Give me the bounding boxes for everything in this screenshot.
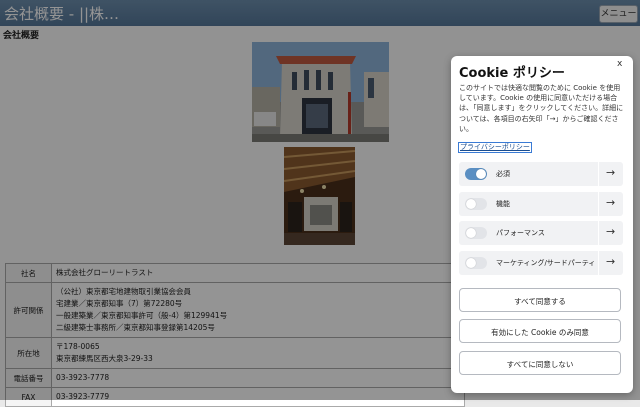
category-label: マーケティング/サードパーティ <box>496 259 596 267</box>
marketing-toggle[interactable] <box>465 257 487 269</box>
cookie-category-functional: 機能 → <box>459 192 623 216</box>
cookie-category-marketing: マーケティング/サードパーティ → <box>459 251 623 275</box>
privacy-policy-link[interactable]: プライバシーポリシー <box>458 142 532 153</box>
cookie-description: このサイトでは快適な閲覧のために Cookie を使用しています。Cookie … <box>459 84 624 133</box>
necessary-toggle[interactable] <box>465 168 487 180</box>
divider <box>598 251 599 275</box>
arrow-right-icon[interactable]: → <box>606 166 615 179</box>
functional-toggle[interactable] <box>465 198 487 210</box>
reject-all-button[interactable]: すべてに同意しない <box>459 351 621 375</box>
toggle-knob <box>466 199 476 209</box>
category-label: 機能 <box>496 200 510 208</box>
arrow-right-icon[interactable]: → <box>606 255 615 268</box>
divider <box>598 162 599 186</box>
performance-toggle[interactable] <box>465 227 487 239</box>
accept-selected-button[interactable]: 有効にした Cookie のみ同意 <box>459 319 621 343</box>
toggle-knob <box>466 228 476 238</box>
cookie-category-necessary: 必須 → <box>459 162 623 186</box>
toggle-knob <box>476 169 486 179</box>
divider <box>598 221 599 245</box>
divider <box>598 192 599 216</box>
category-label: 必須 <box>496 170 510 178</box>
arrow-right-icon[interactable]: → <box>606 196 615 209</box>
cookie-category-performance: パフォーマンス → <box>459 221 623 245</box>
category-label: パフォーマンス <box>496 229 545 237</box>
accept-all-button[interactable]: すべて同意する <box>459 288 621 312</box>
toggle-knob <box>466 258 476 268</box>
arrow-right-icon[interactable]: → <box>606 225 615 238</box>
cookie-policy-panel: Cookie ポリシー x このサイトでは快適な閲覧のために Cookie を使… <box>451 56 633 393</box>
cookie-panel-title: Cookie ポリシー <box>459 66 565 81</box>
close-icon[interactable]: x <box>617 59 622 69</box>
